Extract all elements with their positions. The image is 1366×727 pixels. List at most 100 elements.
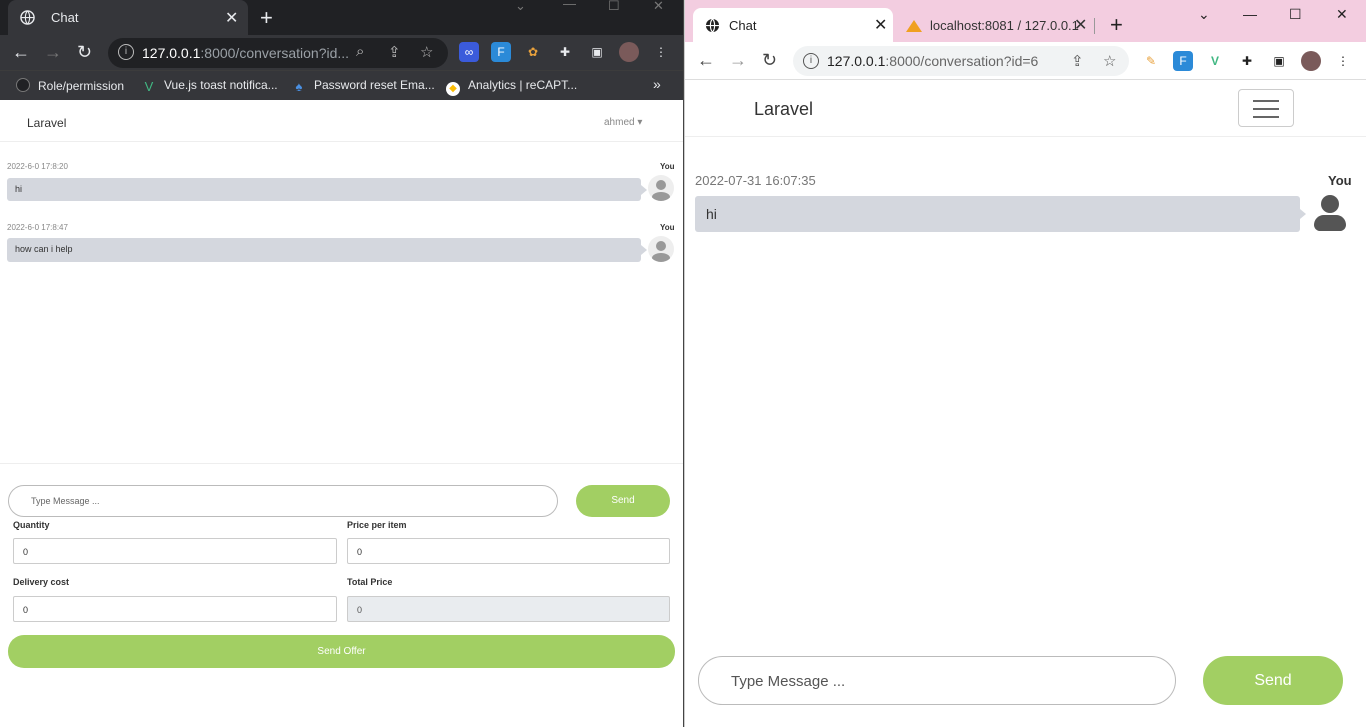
address-bar[interactable]: i 127.0.0.1:8000/conversation?id=6 ⇪ ☆	[793, 46, 1129, 76]
user-avatar-icon	[1314, 193, 1346, 233]
minimize-icon[interactable]: —	[563, 0, 576, 11]
chevron-right-icon[interactable]: »	[653, 76, 661, 92]
extension-icon[interactable]: ✚	[555, 42, 575, 62]
reload-icon[interactable]: ↻	[762, 50, 777, 71]
info-icon[interactable]: i	[118, 44, 134, 60]
bookmark-item[interactable]: ◆ Analytics | reCAPT...	[446, 78, 577, 96]
close-icon[interactable]: ✕	[874, 15, 887, 35]
chevron-down-icon[interactable]: ⌄	[515, 0, 526, 14]
message-time: 2022-6-0 17:8:47	[7, 223, 68, 232]
maximize-icon[interactable]: ☐	[608, 0, 620, 14]
user-dropdown[interactable]: ahmed ▾	[604, 117, 642, 128]
chevron-down-icon[interactable]: ⌄	[1198, 6, 1210, 23]
right-browser-window: Chat ✕ localhost:8081 / 127.0.0.1 ✕ + ⌄ …	[684, 0, 1366, 727]
toolbar: ← → ↻ i 127.0.0.1:8000/conversation?id=6…	[685, 42, 1366, 80]
delivery-field[interactable]: 0	[13, 596, 337, 622]
extension-icon[interactable]: F	[1173, 51, 1193, 71]
user-avatar-icon	[648, 175, 674, 201]
brand[interactable]: Laravel	[27, 116, 66, 130]
tab-bar: Chat ✕ + ⌄ — ☐ ✕	[0, 0, 683, 35]
quantity-field[interactable]: 0	[13, 538, 337, 564]
tab-localhost[interactable]: localhost:8081 / 127.0.0.1	[930, 18, 1090, 33]
message-sender: You	[660, 162, 675, 171]
profile-avatar[interactable]	[1301, 51, 1321, 71]
url-host: 127.0.0.1	[827, 53, 886, 69]
navbar: Laravel	[685, 80, 1366, 137]
left-browser-window: Chat ✕ + ⌄ — ☐ ✕ ← → ↻ i 127.0.0.1:8000/…	[0, 0, 683, 727]
profile-avatar[interactable]	[619, 42, 639, 62]
window-close-icon[interactable]: ✕	[1336, 6, 1348, 23]
forward-icon[interactable]: →	[44, 42, 62, 63]
back-icon[interactable]: ←	[12, 42, 30, 63]
share-icon[interactable]: ⇪	[1071, 52, 1084, 70]
tab-chat[interactable]: Chat ✕	[693, 8, 893, 42]
url-path: :8000/conversation?id=6	[885, 53, 1039, 69]
hamburger-icon[interactable]	[1238, 89, 1294, 127]
star-icon[interactable]: ☆	[1103, 52, 1116, 70]
message-input[interactable]: Type Message ...	[8, 485, 558, 517]
window-close-icon[interactable]: ✕	[653, 0, 664, 14]
tab-chat[interactable]: Chat ✕	[8, 0, 248, 35]
tab-separator	[1094, 18, 1095, 34]
phpmyadmin-icon	[906, 20, 922, 32]
bookmark-item[interactable]: ♠ Password reset Ema...	[292, 78, 435, 94]
message-time: 2022-6-0 17:8:20	[7, 162, 68, 171]
total-field: 0	[347, 596, 670, 622]
message-sender: You	[1328, 173, 1352, 188]
message-time: 2022-07-31 16:07:35	[695, 173, 816, 188]
plus-icon[interactable]: +	[260, 5, 273, 31]
extension-icon[interactable]: ✿	[523, 42, 543, 62]
user-avatar-icon	[648, 236, 674, 262]
divider	[0, 463, 683, 464]
delivery-label: Delivery cost	[13, 577, 70, 587]
message-input[interactable]: Type Message ...	[698, 656, 1176, 705]
star-icon[interactable]: ☆	[420, 43, 433, 61]
price-label: Price per item	[347, 520, 407, 530]
close-icon[interactable]: ✕	[1074, 15, 1087, 35]
bookmark-item[interactable]: V Vue.js toast notifica...	[142, 78, 278, 94]
pencil-icon[interactable]: ✎	[1141, 51, 1161, 71]
message-bubble: hi	[7, 178, 647, 201]
menu-dots-icon[interactable]: ⋮	[1333, 51, 1353, 71]
github-icon	[16, 78, 30, 92]
tab-bar: Chat ✕ localhost:8081 / 127.0.0.1 ✕ + ⌄ …	[685, 0, 1366, 42]
back-icon[interactable]: ←	[697, 50, 715, 71]
message-sender: You	[660, 223, 675, 232]
maximize-icon[interactable]: ☐	[1289, 6, 1302, 23]
url-path: :8000/conversation?id...	[200, 45, 350, 61]
side-panel-icon[interactable]: ▣	[587, 42, 607, 62]
tab-title: Chat	[51, 10, 79, 25]
send-button[interactable]: Send	[576, 485, 670, 517]
extension-icon[interactable]: ∞	[459, 42, 479, 62]
price-field[interactable]: 0	[347, 538, 670, 564]
zoom-icon[interactable]: ⌕	[356, 43, 364, 60]
info-icon[interactable]: i	[803, 53, 819, 69]
send-button[interactable]: Send	[1203, 656, 1343, 705]
close-icon[interactable]: ✕	[225, 8, 238, 28]
send-offer-button[interactable]: Send Offer	[8, 635, 675, 668]
extension-icon[interactable]: F	[491, 42, 511, 62]
analytics-icon: ◆	[446, 82, 460, 96]
navbar: Laravel ahmed ▾	[0, 104, 683, 142]
bookmarks-bar: Role/permission V Vue.js toast notifica..…	[0, 70, 683, 100]
message-bubble: how can i help	[7, 238, 647, 262]
url-host: 127.0.0.1	[142, 45, 201, 61]
plus-icon[interactable]: +	[1110, 12, 1123, 38]
total-label: Total Price	[347, 577, 393, 587]
globe-icon	[705, 18, 720, 33]
vue-icon[interactable]: V	[1205, 51, 1225, 71]
menu-dots-icon[interactable]: ⋮	[651, 42, 671, 62]
vue-icon: V	[144, 79, 154, 94]
share-icon[interactable]: ⇪	[388, 43, 401, 61]
globe-icon	[20, 10, 35, 25]
link-icon: ♠	[295, 79, 303, 94]
reload-icon[interactable]: ↻	[77, 42, 92, 63]
minimize-icon[interactable]: —	[1243, 6, 1257, 22]
brand[interactable]: Laravel	[754, 99, 813, 120]
side-panel-icon[interactable]: ▣	[1269, 51, 1289, 71]
toolbar: ← → ↻ i 127.0.0.1:8000/conversation?id..…	[0, 35, 683, 70]
bookmark-item[interactable]: Role/permission	[16, 78, 124, 93]
address-bar[interactable]: i 127.0.0.1:8000/conversation?id... ⌕ ⇪ …	[108, 38, 448, 68]
extension-icon[interactable]: ✚	[1237, 51, 1257, 71]
forward-icon[interactable]: →	[729, 50, 747, 71]
